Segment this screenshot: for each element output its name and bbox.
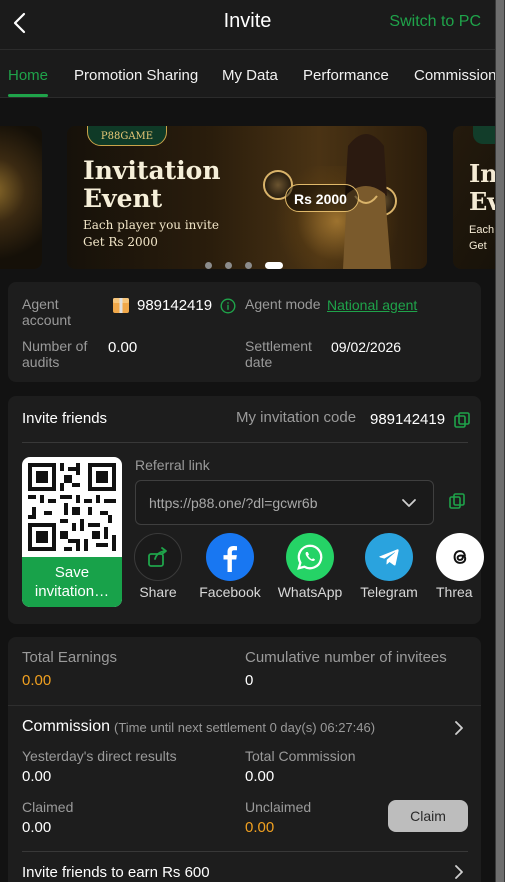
section-divider <box>8 705 481 706</box>
tab-performance[interactable]: Performance <box>303 67 389 84</box>
invite-friends-title: Invite friends <box>22 410 108 427</box>
brand-logo <box>473 126 495 144</box>
save-invitation-button[interactable]: Save invitation… <box>22 557 122 607</box>
unclaimed-label: Unclaimed <box>245 799 312 815</box>
carousel-dot-active[interactable] <box>265 262 283 269</box>
banner-subtitle-line1: Each player you invite <box>83 218 219 232</box>
referral-link-label: Referral link <box>135 457 210 473</box>
banner-slide-current[interactable]: P88GAME Invitation Event Each player you… <box>67 126 427 269</box>
agent-account-label: Agent account <box>22 296 72 328</box>
chevron-down-icon <box>402 499 416 507</box>
brand-logo: P88GAME <box>87 126 167 146</box>
whatsapp-label: WhatsApp <box>277 584 343 600</box>
banner-subtitle-line2: Get Rs 2000 <box>83 235 158 249</box>
referral-link-select[interactable]: https://p88.one/?dl=gcwr6b <box>135 480 434 525</box>
claimed-label: Claimed <box>22 799 74 815</box>
tab-promotion-sharing[interactable]: Promotion Sharing <box>74 67 198 84</box>
carousel-dot[interactable] <box>205 262 212 269</box>
unclaimed-value: 0.00 <box>245 819 275 836</box>
invite-earn-row-label[interactable]: Invite friends to earn Rs 600 <box>22 864 210 881</box>
earnings-card: Total Earnings 0.00 Cumulative number of… <box>8 637 481 882</box>
invitation-code-label: My invitation code <box>236 409 357 426</box>
agent-mode-link[interactable]: National agent <box>327 297 417 313</box>
agent-info-card: Agent account 989142419 Agent mode Natio… <box>8 282 481 382</box>
threads-share-button[interactable]: Threa <box>420 533 484 600</box>
copy-icon[interactable] <box>452 410 472 430</box>
carousel-dot[interactable] <box>245 262 252 269</box>
share-icon <box>134 533 182 581</box>
banner-slide-next[interactable]: In Ev Each Get <box>453 126 495 269</box>
qr-code-image <box>28 463 116 551</box>
total-commission-label: Total Commission <box>245 748 356 764</box>
invitees-value: 0 <box>245 672 254 689</box>
banner-next-sub1: Each <box>469 224 495 236</box>
tab-my-data[interactable]: My Data <box>222 67 278 84</box>
whatsapp-icon <box>286 533 334 581</box>
next-settlement-countdown: (Time until next settlement 0 day(s) 06:… <box>114 720 376 735</box>
settlement-date-value: 09/02/2026 <box>331 339 402 355</box>
tab-home[interactable]: Home <box>8 67 48 84</box>
chevron-right-icon[interactable] <box>452 721 466 735</box>
invitation-code-value: 989142419 <box>370 411 446 428</box>
switch-to-pc-link[interactable]: Switch to PC <box>389 13 481 31</box>
agent-mode-label: Agent mode <box>245 296 321 312</box>
total-earnings-label: Total Earnings <box>22 649 118 666</box>
yesterday-results-label: Yesterday's direct results <box>22 748 177 764</box>
banner-carousel[interactable]: P88GAME Invitation Event Each player you… <box>0 98 495 280</box>
total-earnings-value: 0.00 <box>22 672 52 689</box>
whatsapp-share-button[interactable]: WhatsApp <box>270 533 350 600</box>
divider <box>22 851 468 852</box>
banner-next-title1: In <box>469 159 495 188</box>
share-button[interactable]: Share <box>118 533 198 600</box>
banner-next-title2: Ev <box>469 187 495 216</box>
carousel-dots <box>67 262 427 269</box>
top-bar: Invite Switch to PC <box>0 0 495 50</box>
tab-bar: Home Promotion Sharing My Data Performan… <box>0 50 495 98</box>
threads-icon <box>436 533 484 581</box>
tab-commission[interactable]: Commission <box>414 67 495 84</box>
telegram-icon <box>365 533 413 581</box>
audits-label: Number of audits <box>22 338 88 370</box>
prize-chip: Rs 2000 <box>285 184 359 212</box>
scrollbar-thumb[interactable] <box>496 0 504 882</box>
banner-slide-previous[interactable] <box>0 126 42 269</box>
scrollbar-track[interactable] <box>495 0 505 882</box>
claim-button[interactable]: Claim <box>388 800 468 832</box>
yesterday-results-value: 0.00 <box>22 768 52 785</box>
facebook-share-button[interactable]: Facebook <box>190 533 270 600</box>
info-icon[interactable] <box>220 298 236 314</box>
referral-link-value: https://p88.one/?dl=gcwr6b <box>149 495 318 511</box>
banner-title-line1: Invitation <box>83 156 221 185</box>
telegram-share-button[interactable]: Telegram <box>349 533 429 600</box>
agent-badge-icon <box>113 298 129 313</box>
copy-link-icon[interactable] <box>447 491 467 511</box>
facebook-label: Facebook <box>199 584 261 600</box>
banner-next-sub2: Get <box>469 240 487 252</box>
agent-account-value: 989142419 <box>137 297 213 314</box>
claimed-value: 0.00 <box>22 819 52 836</box>
qr-code-card[interactable]: Save invitation… <box>22 457 122 607</box>
settlement-date-label: Settlement date <box>245 338 312 370</box>
chevron-right-icon[interactable] <box>452 865 466 879</box>
divider <box>22 442 468 443</box>
telegram-label: Telegram <box>360 584 418 600</box>
share-label: Share <box>139 584 177 600</box>
total-commission-value: 0.00 <box>245 768 275 785</box>
commission-title: Commission <box>22 718 111 735</box>
active-tab-indicator <box>8 94 48 97</box>
audits-value: 0.00 <box>108 339 138 356</box>
banner-title-line2: Event <box>83 184 163 213</box>
carousel-dot[interactable] <box>225 262 232 269</box>
facebook-icon <box>206 533 254 581</box>
invitees-label: Cumulative number of invitees <box>245 649 447 666</box>
threads-label: Threa <box>436 584 473 600</box>
